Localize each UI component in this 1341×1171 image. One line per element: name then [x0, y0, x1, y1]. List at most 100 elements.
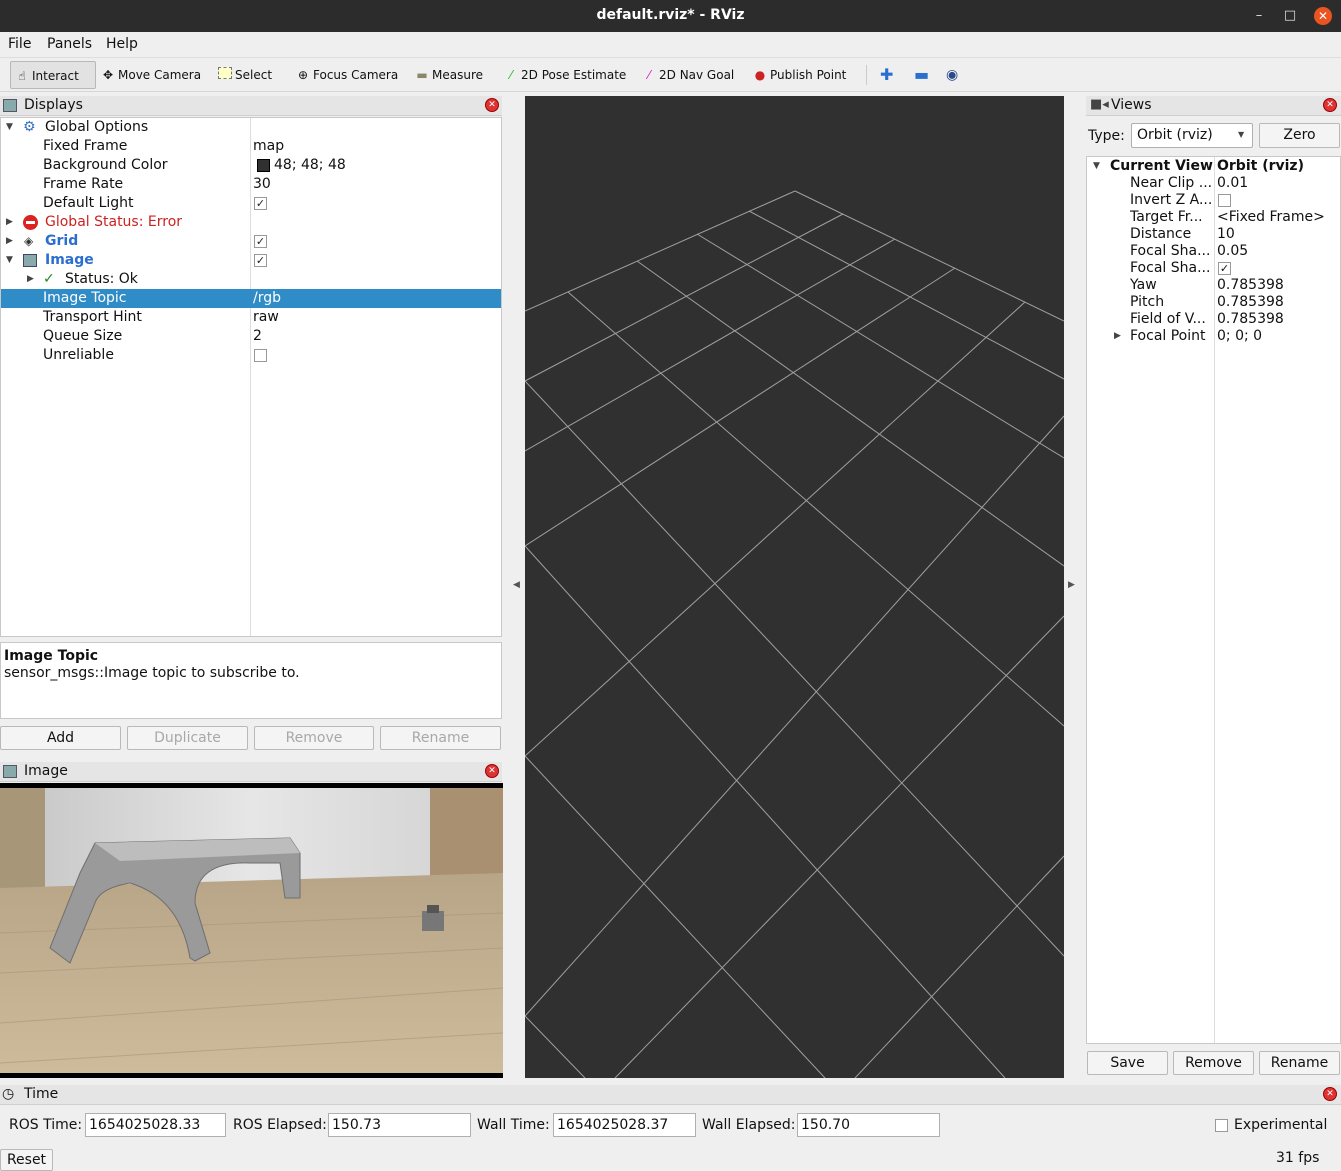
time-close-icon[interactable]: ✕	[1323, 1087, 1337, 1101]
views-save-button[interactable]: Save	[1087, 1051, 1168, 1075]
view-prop-row[interactable]: Focal Sha... ✓	[1087, 260, 1340, 277]
measure-tool[interactable]: ▬ Measure	[411, 61, 483, 89]
tree-row-global-status[interactable]: ▶ Global Status: Error	[1, 213, 501, 232]
grid-icon: ◈	[24, 234, 34, 248]
focal-shape-fixed-checkbox[interactable]: ✓	[1218, 262, 1231, 275]
zero-button[interactable]: Zero	[1259, 123, 1340, 148]
views-rename-button[interactable]: Rename	[1259, 1051, 1340, 1075]
tree-row-default-light[interactable]: Default Light ✓	[1, 194, 501, 213]
transport-hint-value[interactable]: raw	[253, 308, 279, 327]
unreliable-label: Unreliable	[43, 347, 114, 363]
tree-row-status-ok[interactable]: ▶ ✓ Status: Ok	[1, 270, 501, 289]
tree-row-image-topic[interactable]: Image Topic /rgb	[1, 289, 501, 308]
rename-button[interactable]: Rename	[380, 726, 501, 750]
tree-row-frame-rate[interactable]: Frame Rate 30	[1, 175, 501, 194]
tree-row-image[interactable]: ▼ Image ✓	[1, 251, 501, 270]
view-prop-row[interactable]: Yaw 0.785398	[1087, 277, 1340, 294]
publish-point-tool[interactable]: ● Publish Point	[749, 61, 847, 89]
menu-help[interactable]: Help	[106, 36, 138, 52]
duplicate-button[interactable]: Duplicate	[127, 726, 248, 750]
add-tool-icon[interactable]: ✚	[876, 61, 893, 89]
time-header: ◷ Time ✕	[0, 1085, 1341, 1105]
field-of-view-value[interactable]: 0.785398	[1217, 311, 1284, 328]
unreliable-checkbox[interactable]	[254, 349, 267, 362]
nav-goal-tool[interactable]: ⁄ 2D Nav Goal	[638, 61, 734, 89]
pitch-value[interactable]: 0.785398	[1217, 294, 1284, 311]
image-checkbox[interactable]: ✓	[254, 254, 267, 267]
minimize-icon[interactable]: –	[1250, 7, 1268, 25]
ros-elapsed-field[interactable]: 150.73	[328, 1113, 471, 1137]
near-clip-value[interactable]: 0.01	[1217, 175, 1248, 192]
left-splitter-arrow-icon[interactable]: ◀	[513, 580, 520, 590]
remove-button[interactable]: Remove	[254, 726, 374, 750]
eye-icon[interactable]: ◉	[942, 61, 958, 89]
expanded-arrow-icon: ▼	[6, 122, 13, 132]
views-type-select[interactable]: Orbit (rviz) ▼	[1131, 123, 1253, 148]
wall-elapsed-field[interactable]: 150.70	[797, 1113, 940, 1137]
tree-row-global-options[interactable]: ▼ ⚙ Global Options	[1, 118, 501, 137]
view-prop-row[interactable]: Distance 10	[1087, 226, 1340, 243]
add-button[interactable]: Add	[0, 726, 121, 750]
image-panel-close-icon[interactable]: ✕	[485, 764, 499, 778]
pitch-label: Pitch	[1130, 294, 1165, 310]
menu-file[interactable]: File	[8, 36, 31, 52]
select-icon	[218, 67, 232, 79]
yaw-value[interactable]: 0.785398	[1217, 277, 1284, 294]
tree-row-queue-size[interactable]: Queue Size 2	[1, 327, 501, 346]
focus-camera-label: Focus Camera	[313, 68, 399, 82]
distance-value[interactable]: 10	[1217, 226, 1235, 243]
views-remove-button[interactable]: Remove	[1173, 1051, 1254, 1075]
view-prop-row[interactable]: Invert Z A...	[1087, 192, 1340, 209]
ros-time-field[interactable]: 1654025028.33	[85, 1113, 226, 1137]
camera-scene	[0, 788, 503, 1073]
view-prop-row[interactable]: Target Fr... <Fixed Frame>	[1087, 209, 1340, 226]
close-window-icon[interactable]: ✕	[1314, 7, 1332, 25]
tree-row-unreliable[interactable]: Unreliable	[1, 346, 501, 365]
view-prop-row[interactable]: Focal Sha... 0.05	[1087, 243, 1340, 260]
grid-checkbox[interactable]: ✓	[254, 235, 267, 248]
views-title: Views	[1111, 97, 1152, 113]
fixed-frame-value[interactable]: map	[253, 137, 284, 156]
view-prop-row[interactable]: Near Clip ... 0.01	[1087, 175, 1340, 192]
select-tool[interactable]: Select	[214, 61, 272, 89]
focus-icon: ⊕	[297, 68, 309, 82]
right-splitter-arrow-icon[interactable]: ▶	[1068, 580, 1075, 590]
collapsed-arrow-icon: ▶	[27, 274, 34, 284]
focal-shape-size-value[interactable]: 0.05	[1217, 243, 1248, 260]
view-prop-row[interactable]: ▶ Focal Point 0; 0; 0	[1087, 328, 1340, 345]
tree-row-grid[interactable]: ▶ ◈ Grid ✓	[1, 232, 501, 251]
views-close-icon[interactable]: ✕	[1323, 98, 1337, 112]
render-viewport[interactable]	[525, 96, 1064, 1078]
color-swatch[interactable]	[257, 159, 270, 172]
tree-row-transport-hint[interactable]: Transport Hint raw	[1, 308, 501, 327]
queue-size-value[interactable]: 2	[253, 327, 262, 346]
interact-tool[interactable]: ☝ Interact	[10, 61, 96, 89]
queue-size-label: Queue Size	[43, 328, 123, 344]
pose-estimate-label: 2D Pose Estimate	[521, 68, 627, 82]
move-camera-tool[interactable]: ✥ Move Camera	[97, 61, 201, 89]
view-prop-row[interactable]: Pitch 0.785398	[1087, 294, 1340, 311]
invert-z-checkbox[interactable]	[1218, 194, 1231, 207]
focus-camera-tool[interactable]: ⊕ Focus Camera	[292, 61, 398, 89]
tree-row-background-color[interactable]: Background Color 48; 48; 48	[1, 156, 501, 175]
view-prop-row[interactable]: Field of V... 0.785398	[1087, 311, 1340, 328]
experimental-checkbox[interactable]	[1215, 1119, 1228, 1132]
distance-label: Distance	[1130, 226, 1192, 242]
collapsed-arrow-icon: ▶	[1114, 331, 1121, 341]
expanded-arrow-icon: ▼	[1093, 161, 1100, 171]
wall-time-field[interactable]: 1654025028.37	[553, 1113, 696, 1137]
menu-panels[interactable]: Panels	[47, 36, 92, 52]
pose-estimate-tool[interactable]: ⁄ 2D Pose Estimate	[500, 61, 626, 89]
default-light-checkbox[interactable]: ✓	[254, 197, 267, 210]
image-topic-value[interactable]: /rgb	[253, 289, 281, 308]
displays-close-icon[interactable]: ✕	[485, 98, 499, 112]
reset-button[interactable]: Reset	[0, 1149, 53, 1171]
current-view-row[interactable]: ▼ Current View Orbit (rviz)	[1087, 158, 1340, 175]
target-frame-value[interactable]: <Fixed Frame>	[1217, 209, 1325, 226]
maximize-icon[interactable]: □	[1281, 7, 1299, 25]
tree-row-fixed-frame[interactable]: Fixed Frame map	[1, 137, 501, 156]
frame-rate-value[interactable]: 30	[253, 175, 271, 194]
background-color-value[interactable]: 48; 48; 48	[274, 156, 346, 175]
remove-tool-icon[interactable]: ▬	[910, 61, 929, 89]
focal-point-value[interactable]: 0; 0; 0	[1217, 328, 1262, 345]
